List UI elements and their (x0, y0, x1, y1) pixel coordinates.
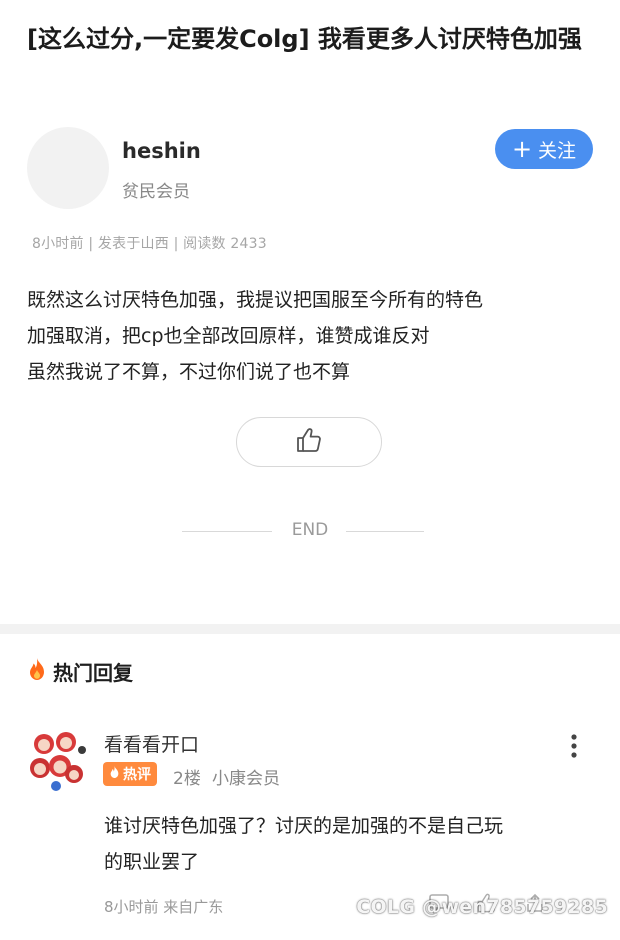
reply-author-level: 小康会员 (212, 769, 280, 789)
reply-floor: 2楼 (173, 769, 201, 789)
hot-badge-label: 热评 (123, 767, 151, 783)
plus-icon: + (511, 135, 533, 163)
hot-replies-header: 热门回复 (27, 656, 133, 686)
reply-content-line: 谁讨厌特色加强了？讨厌的是加强的不是自己玩 (104, 815, 504, 837)
reply-content-line: 的职业罢了 (104, 851, 200, 873)
more-vertical-icon[interactable] (565, 732, 583, 760)
post-body-line: 既然这么讨厌特色加强，我提议把国服至今所有的特色 (27, 289, 484, 311)
post-body: 既然这么讨厌特色加强，我提议把国服至今所有的特色 加强取消，把cp也全部改回原样… (27, 282, 597, 390)
end-label: END (291, 520, 329, 540)
fire-icon (27, 657, 47, 685)
watermark: COLG @wen785759285 (356, 896, 608, 918)
author-level: 贫民会员 (122, 182, 190, 202)
post-body-line: 虽然我说了不算，不过你们说了也不算 (27, 361, 351, 383)
post-title: [这么过分,一定要发Colg] 我看更多人讨厌特色加强 (27, 25, 582, 53)
hot-replies-title: 热门回复 (53, 660, 133, 685)
follow-label: 关注 (538, 139, 577, 162)
end-marker: END (0, 518, 620, 544)
author-card: heshin 贫民会员 + 关注 (27, 127, 593, 211)
section-divider (0, 624, 620, 634)
fire-icon (109, 765, 120, 783)
reply-author-name[interactable]: 看看看开口 (104, 730, 199, 757)
thumbs-up-icon (295, 427, 323, 457)
hot-comment-badge: 热评 (103, 762, 157, 786)
reply-content: 谁讨厌特色加强了？讨厌的是加强的不是自己玩 的职业罢了 (104, 808, 604, 880)
follow-button[interactable]: + 关注 (495, 129, 593, 169)
reply-meta: 8小时前 来自广东 (104, 898, 224, 916)
like-button[interactable] (236, 417, 382, 467)
author-name[interactable]: heshin (122, 139, 201, 163)
avatar[interactable] (26, 728, 92, 794)
post-body-line: 加强取消，把cp也全部改回原样，谁赞成谁反对 (27, 325, 430, 347)
avatar[interactable] (27, 127, 109, 209)
post-meta: 8小时前 | 发表于山西 | 阅读数 2433 (32, 236, 267, 252)
